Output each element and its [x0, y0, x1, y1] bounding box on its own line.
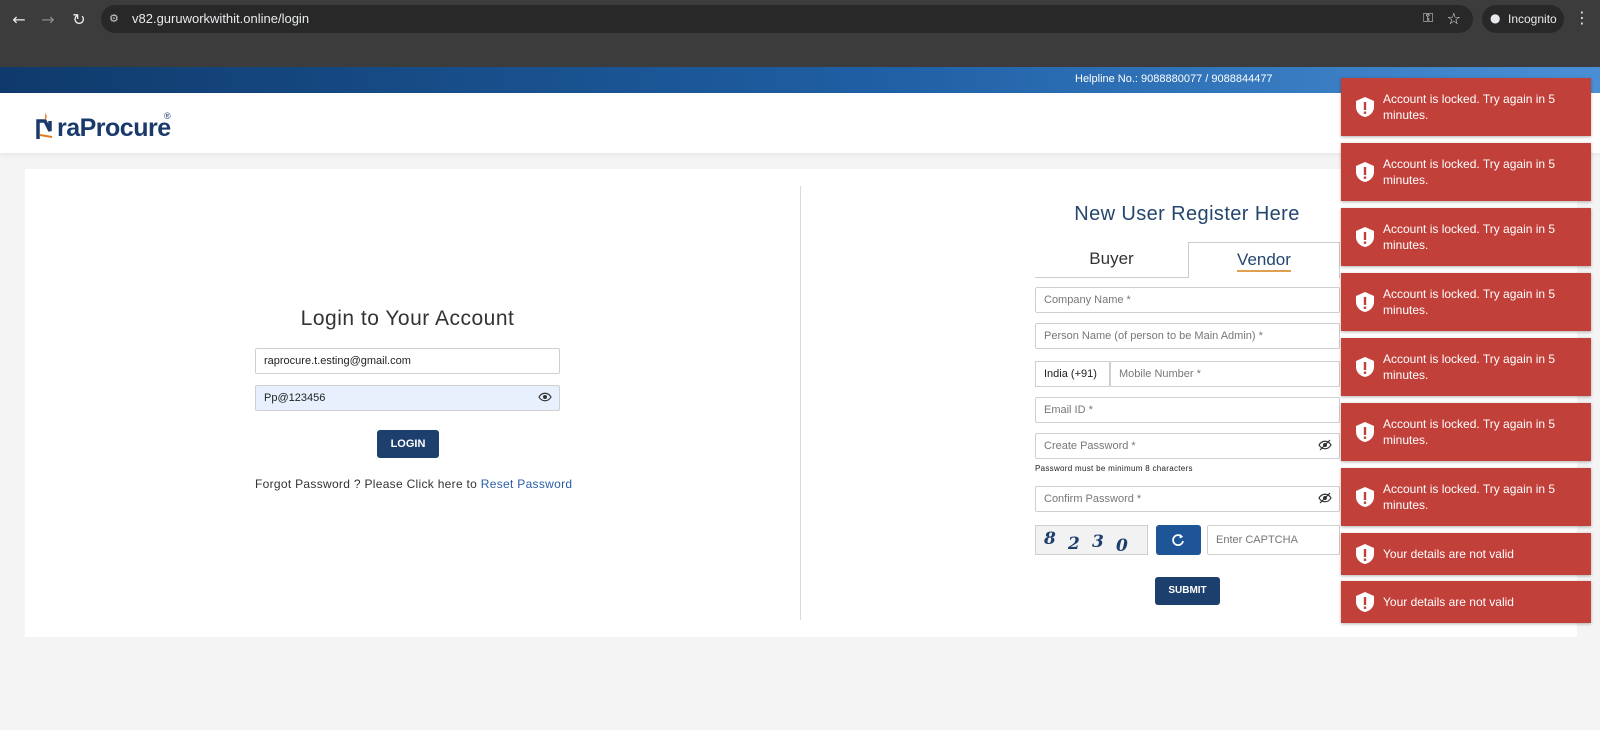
warning-shield-icon	[1356, 592, 1374, 612]
person-name-placeholder: Person Name (of person to be Main Admin)…	[1044, 330, 1263, 342]
warning-shield-icon	[1356, 422, 1374, 442]
warning-shield-icon	[1356, 292, 1374, 312]
helpline-text: Helpline No.: 9088880077 / 9088844477	[1075, 73, 1273, 85]
company-name-placeholder: Company Name *	[1044, 294, 1131, 306]
forgot-password-text: Forgot Password ? Please Click here to R…	[255, 477, 572, 491]
create-password-placeholder: Create Password *	[1044, 440, 1136, 452]
create-password-input[interactable]: Create Password *	[1035, 433, 1340, 459]
reset-password-link[interactable]: Reset Password	[481, 477, 573, 491]
site-settings-icon[interactable]: ⚙	[109, 12, 123, 26]
eye-icon[interactable]	[538, 391, 552, 403]
country-code-select[interactable]: India (+91)	[1035, 361, 1110, 387]
eye-slash-icon[interactable]	[1318, 492, 1332, 504]
incognito-badge[interactable]: ● Incognito	[1482, 5, 1564, 33]
password-key-icon[interactable]: ⚿	[1423, 11, 1433, 26]
captcha-digit: 2	[1068, 534, 1080, 554]
toast-notification[interactable]: Your details are not valid	[1341, 581, 1591, 623]
login-password-input[interactable]: Pp@123456	[255, 385, 560, 411]
refresh-captcha-button[interactable]	[1156, 525, 1201, 555]
submit-button[interactable]: SUBMIT	[1155, 577, 1220, 605]
refresh-icon	[1172, 534, 1184, 546]
toast-notification[interactable]: Account is locked. Try again in 5 minute…	[1341, 273, 1591, 331]
toast-message: Account is locked. Try again in 5 minute…	[1383, 287, 1556, 317]
registered-mark: ®	[164, 111, 171, 121]
login-button[interactable]: LOGIN	[377, 430, 439, 458]
url-text[interactable]: v82.guruworkwithit.online/login	[132, 11, 309, 26]
toast-notification[interactable]: Account is locked. Try again in 5 minute…	[1341, 338, 1591, 396]
reload-icon[interactable]: ↻	[68, 9, 90, 31]
toast-notification[interactable]: Account is locked. Try again in 5 minute…	[1341, 78, 1591, 136]
warning-shield-icon	[1356, 97, 1374, 117]
captcha-placeholder: Enter CAPTCHA	[1216, 534, 1298, 546]
toast-notification[interactable]: Account is locked. Try again in 5 minute…	[1341, 208, 1591, 266]
toast-message: Your details are not valid	[1383, 547, 1514, 561]
warning-shield-icon	[1356, 162, 1374, 182]
captcha-digit: 3	[1092, 532, 1104, 552]
login-email-value: raprocure.t.esting@gmail.com	[264, 355, 411, 367]
company-name-input[interactable]: Company Name *	[1035, 287, 1340, 313]
mobile-number-placeholder: Mobile Number *	[1119, 368, 1201, 380]
captcha-digit: 8	[1044, 529, 1056, 549]
person-name-input[interactable]: Person Name (of person to be Main Admin)…	[1035, 323, 1340, 349]
back-icon[interactable]: ←	[8, 9, 30, 31]
toast-notification[interactable]: Your details are not valid	[1341, 533, 1591, 575]
forgot-password-label: Forgot Password ? Please Click here to	[255, 477, 481, 491]
confirm-password-input[interactable]: Confirm Password *	[1035, 486, 1340, 512]
toast-notification[interactable]: Account is locked. Try again in 5 minute…	[1341, 143, 1591, 201]
bookmark-star-icon[interactable]: ☆	[1447, 9, 1461, 28]
captcha-image: 8 2 3 0	[1035, 525, 1148, 556]
login-title: Login to Your Account	[300, 307, 515, 330]
toast-notification[interactable]: Account is locked. Try again in 5 minute…	[1341, 403, 1591, 461]
captcha-input[interactable]: Enter CAPTCHA	[1207, 525, 1340, 555]
login-password-value: Pp@123456	[264, 392, 326, 404]
address-bar[interactable]: ⚙ v82.guruworkwithit.online/login ⚿ ☆	[101, 5, 1473, 33]
password-hint: Password must be minimum 8 characters	[1035, 464, 1193, 473]
browser-menu-icon[interactable]: ⋮	[1574, 8, 1590, 27]
tab-vendor[interactable]: Vendor	[1188, 242, 1340, 278]
toast-message: Account is locked. Try again in 5 minute…	[1383, 92, 1556, 122]
tab-vendor-label: Vendor	[1237, 250, 1291, 272]
warning-shield-icon	[1356, 357, 1374, 377]
warning-shield-icon	[1356, 227, 1374, 247]
mobile-number-input[interactable]: Mobile Number *	[1110, 361, 1340, 387]
email-id-placeholder: Email ID *	[1044, 404, 1093, 416]
incognito-icon: ●	[1490, 11, 1501, 25]
toast-message: Account is locked. Try again in 5 minute…	[1383, 417, 1556, 447]
captcha-digit: 0	[1116, 536, 1128, 556]
warning-shield-icon	[1356, 487, 1374, 507]
toast-message: Account is locked. Try again in 5 minute…	[1383, 482, 1556, 512]
login-email-input[interactable]: raprocure.t.esting@gmail.com	[255, 348, 560, 374]
logo-text: raProcure	[57, 114, 171, 142]
incognito-label: Incognito	[1508, 12, 1557, 26]
toast-notification[interactable]: Account is locked. Try again in 5 minute…	[1341, 468, 1591, 526]
tab-buyer[interactable]: Buyer	[1035, 242, 1188, 278]
eye-slash-icon[interactable]	[1318, 439, 1332, 451]
tab-buyer-label: Buyer	[1089, 249, 1134, 268]
toast-message: Account is locked. Try again in 5 minute…	[1383, 157, 1556, 187]
vertical-divider	[800, 186, 801, 620]
logo-mark-icon	[36, 113, 53, 139]
toast-message: Account is locked. Try again in 5 minute…	[1383, 222, 1556, 252]
toast-message: Account is locked. Try again in 5 minute…	[1383, 352, 1556, 382]
toast-message: Your details are not valid	[1383, 595, 1514, 609]
forward-icon[interactable]: →	[37, 9, 59, 31]
browser-chrome: ← → ↻ ⚙ v82.guruworkwithit.online/login …	[0, 0, 1600, 67]
warning-shield-icon	[1356, 544, 1374, 564]
country-code-value: India (+91)	[1044, 368, 1097, 380]
register-title: New User Register Here	[1074, 203, 1300, 225]
confirm-password-placeholder: Confirm Password *	[1044, 493, 1142, 505]
email-id-input[interactable]: Email ID *	[1035, 397, 1340, 423]
